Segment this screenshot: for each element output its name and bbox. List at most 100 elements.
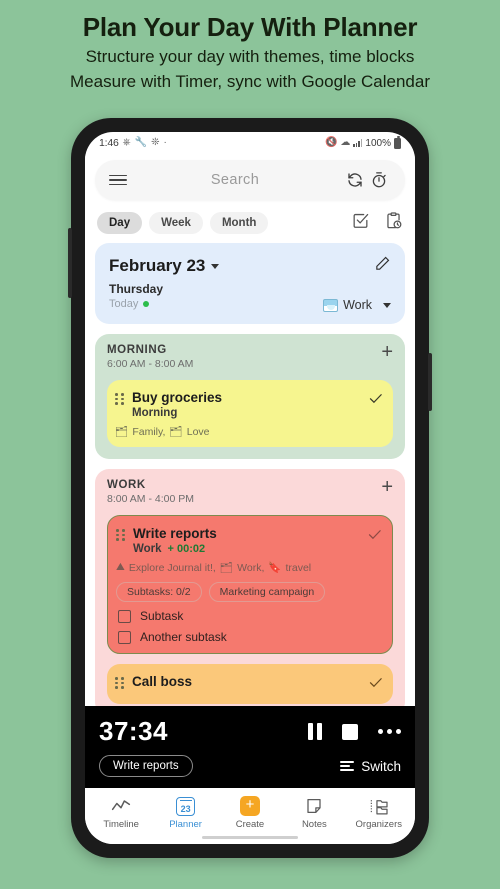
stop-icon[interactable]	[342, 723, 358, 740]
phone-mockup: 1:46 ⎈ 🔧 ❊ · 🔇 ☁ 100% Search Day Week Mo…	[68, 118, 432, 858]
task-row: Call boss	[115, 673, 383, 695]
pencil-edit-icon[interactable]	[374, 255, 391, 277]
status-bar-left: 1:46 ⎈ 🔧 ❊ ·	[99, 137, 167, 149]
task-card[interactable]: Write reports Work + 00:02 ⛰ Explore Journ…	[107, 515, 393, 654]
today-label: Today	[109, 297, 163, 312]
task-card[interactable]: Buy groceries Morning 🗂 Family, 🗂 Love	[107, 380, 393, 447]
task-subtitle: Morning	[132, 407, 178, 419]
timer-switch-button[interactable]: Switch	[340, 759, 401, 774]
task-main: Write reports Work + 00:02	[133, 525, 364, 555]
folder-tag-icon: 🗂	[115, 426, 129, 438]
subtask-label: Subtask	[140, 609, 184, 623]
subtask-label: Another subtask	[140, 630, 227, 644]
date-card[interactable]: February 23 Thursday Today Work	[95, 243, 405, 324]
home-indicator	[85, 830, 415, 844]
list-switch-icon	[340, 760, 355, 772]
nav-item-planner[interactable]: 23 Planner	[155, 796, 217, 830]
timeline-chart-icon	[111, 796, 131, 816]
today-text: Today	[109, 298, 139, 310]
project-pill[interactable]: Marketing campaign	[208, 582, 326, 602]
hamburger-menu-icon[interactable]	[109, 174, 127, 186]
date-card-top: February 23	[109, 255, 391, 277]
nav-item-create[interactable]: + Create	[219, 796, 281, 830]
task-subtitle-text: Work	[133, 543, 162, 555]
bottom-navigation: Timeline 23 Planner + Create Notes Organ…	[85, 788, 415, 830]
task-timer-value: + 00:02	[167, 543, 206, 555]
today-dot-icon	[143, 301, 150, 308]
calendar-day-number: 23	[176, 796, 196, 816]
note-page-icon	[305, 796, 323, 816]
theme-label: Work	[343, 298, 372, 312]
task-pills: Subtasks: 0/2 Marketing campaign	[116, 582, 382, 602]
status-bar-right: 🔇 ☁ 100%	[325, 136, 401, 149]
subtasks-count-pill[interactable]: Subtasks: 0/2	[116, 582, 202, 602]
time-block-header: MORNING 6:00 AM - 8:00 AM +	[107, 342, 393, 370]
subtask-row[interactable]: Another subtask	[116, 630, 382, 644]
task-tags: ⛰ Explore Journal it!, 🗂 Work, 🔖 travel	[116, 561, 382, 574]
nav-item-timeline[interactable]: Timeline	[90, 796, 152, 830]
chevron-down-icon[interactable]	[383, 302, 391, 308]
promo-header: Plan Your Day With Planner Structure you…	[0, 0, 500, 94]
time-block-range: 8:00 AM - 4:00 PM	[107, 493, 194, 505]
nav-item-notes[interactable]: Notes	[283, 796, 345, 830]
view-tabs: Day Week Month	[85, 200, 415, 243]
timer-task-label[interactable]: Write reports	[99, 755, 193, 777]
status-time: 1:46	[99, 137, 119, 149]
time-block-name: MORNING	[107, 344, 167, 356]
timer-controls	[308, 723, 401, 740]
clipboard-clock-icon[interactable]	[384, 211, 403, 235]
subtask-row[interactable]: Subtask	[116, 609, 382, 623]
journal-icon: ⛰	[116, 561, 125, 573]
nav-label: Planner	[169, 819, 202, 830]
tab-day[interactable]: Day	[97, 212, 143, 234]
folder-tag-icon: 🗂	[169, 426, 183, 438]
checkbox-checked-icon[interactable]	[351, 211, 370, 235]
stopwatch-icon[interactable]	[367, 168, 391, 192]
battery-percent: 100%	[365, 137, 391, 149]
active-timer-bar: 37:34 Write reports Switch	[85, 706, 415, 788]
tab-week[interactable]: Week	[149, 212, 203, 234]
calendar-23-icon: 23	[176, 796, 196, 816]
check-icon[interactable]	[365, 389, 383, 411]
face-with-mask-emoji	[323, 298, 339, 312]
nav-item-organizers[interactable]: Organizers	[348, 796, 410, 830]
plus-square-icon: +	[239, 796, 260, 816]
label-tag-icon: 🔖	[268, 562, 282, 574]
time-block-morning: MORNING 6:00 AM - 8:00 AM + Buy grocerie…	[95, 334, 405, 459]
time-block-header: WORK 8:00 AM - 4:00 PM +	[107, 477, 393, 505]
time-block-work: WORK 8:00 AM - 4:00 PM + Write reports W…	[95, 469, 405, 716]
chevron-down-icon[interactable]	[211, 263, 220, 269]
subtask-checkbox[interactable]	[118, 609, 131, 623]
subtask-checkbox[interactable]	[118, 630, 131, 644]
tab-month[interactable]: Month	[209, 212, 269, 234]
search-input[interactable]: Search	[127, 172, 343, 188]
sync-refresh-icon[interactable]	[343, 168, 367, 192]
time-block-titles: MORNING 6:00 AM - 8:00 AM	[107, 344, 193, 370]
wrench-icon: 🔧	[134, 137, 148, 148]
task-tag: Family,	[132, 425, 166, 438]
more-icon: ·	[163, 137, 167, 148]
page-title[interactable]: February 23	[109, 256, 205, 276]
drag-handle-icon[interactable]	[116, 529, 127, 541]
battery-icon	[394, 136, 401, 149]
check-icon[interactable]	[365, 673, 383, 695]
time-block-range: 6:00 AM - 8:00 AM	[107, 358, 194, 370]
plus-icon[interactable]: +	[381, 477, 393, 497]
plus-icon[interactable]: +	[381, 342, 393, 362]
task-title: Buy groceries	[132, 390, 223, 405]
task-card[interactable]: Call boss	[107, 664, 393, 704]
task-tags: 🗂 Family, 🗂 Love	[115, 425, 383, 439]
drag-handle-icon[interactable]	[115, 677, 126, 689]
drag-handle-icon[interactable]	[115, 393, 126, 405]
timer-elapsed: 37:34	[99, 716, 168, 746]
task-row: Write reports Work + 00:02	[116, 525, 382, 555]
check-icon[interactable]	[364, 525, 382, 547]
status-bar: 1:46 ⎈ 🔧 ❊ · 🔇 ☁ 100%	[85, 132, 415, 154]
app-content: Search Day Week Month February 23 Thursd…	[85, 154, 415, 788]
pause-icon[interactable]	[308, 723, 322, 740]
search-bar[interactable]: Search	[95, 160, 405, 200]
phone-power-button	[428, 353, 432, 411]
timer-top-row: 37:34	[99, 716, 401, 747]
more-horizontal-icon[interactable]	[378, 729, 401, 734]
theme-selector[interactable]: Work	[323, 298, 391, 312]
